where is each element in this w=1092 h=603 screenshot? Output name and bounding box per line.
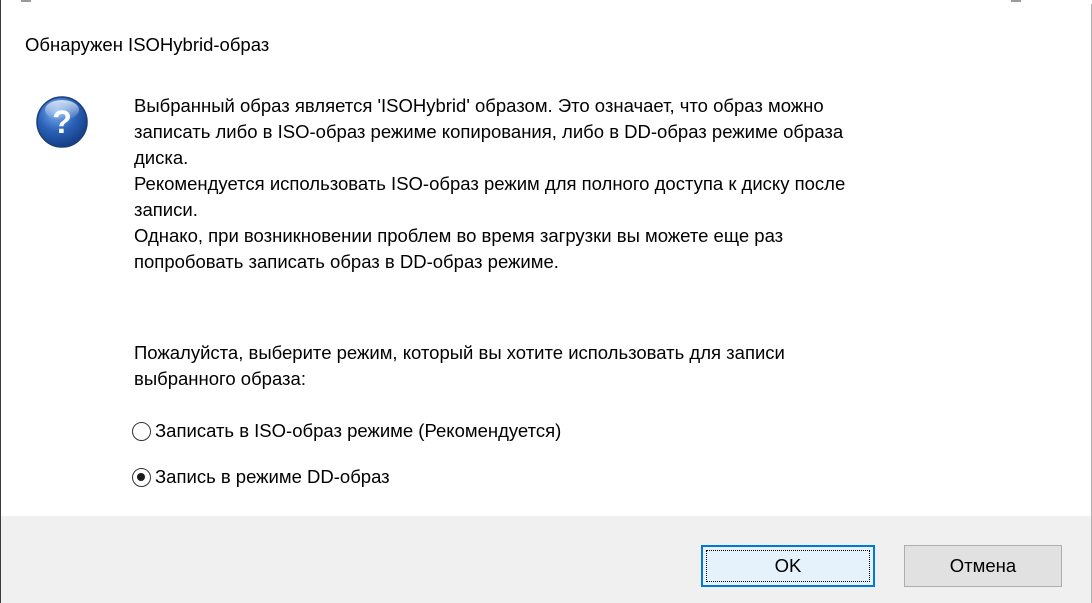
message-line: Рекомендуется использовать ISO-образ реж…	[134, 173, 846, 194]
radio-label-dd-mode: Запись в режиме DD-образ	[155, 466, 390, 487]
radio-button-unselected[interactable]	[132, 421, 151, 441]
window-top-edge	[1, 0, 1092, 4]
radio-label-iso-mode: Записать в ISO-образ режиме (Рекомендует…	[155, 420, 562, 441]
dialog-title: Обнаружен ISOHybrid-образ	[25, 34, 270, 55]
radio-option-iso-mode[interactable]: Записать в ISO-образ режиме (Рекомендует…	[132, 420, 561, 442]
message-line: записать либо в ISO-образ режиме копиров…	[134, 121, 844, 142]
message-line: попробовать записать образ в DD-образ ре…	[134, 251, 559, 272]
question-line: выбранного образа:	[134, 368, 306, 389]
dialog-window: Обнаружен ISOHybrid-образ ? Выбранный об…	[0, 0, 1092, 603]
radio-button-selected[interactable]	[132, 467, 151, 487]
ok-button-label: OK	[774, 555, 802, 576]
mode-question: Пожалуйста, выберите режим, который вы х…	[134, 340, 785, 392]
top-edge-mark	[1011, 0, 1021, 2]
question-icon: ?	[36, 96, 88, 148]
svg-text:?: ?	[52, 104, 72, 140]
cancel-button-label: Отмена	[949, 555, 1017, 576]
message-line: Выбранный образ является 'ISOHybrid' обр…	[134, 95, 824, 116]
ok-button[interactable]: OK	[701, 545, 875, 587]
dialog-message: Выбранный образ является 'ISOHybrid' обр…	[134, 93, 1064, 275]
radio-selected-dot	[137, 472, 145, 481]
message-line: записи.	[134, 199, 198, 220]
message-line: Однако, при возникновении проблем во вре…	[134, 225, 784, 246]
radio-option-dd-mode[interactable]: Запись в режиме DD-образ	[132, 466, 390, 488]
cancel-button[interactable]: Отмена	[904, 545, 1062, 587]
message-line: диска.	[134, 147, 189, 168]
question-line: Пожалуйста, выберите режим, который вы х…	[134, 342, 785, 363]
top-edge-mark	[21, 0, 31, 2]
